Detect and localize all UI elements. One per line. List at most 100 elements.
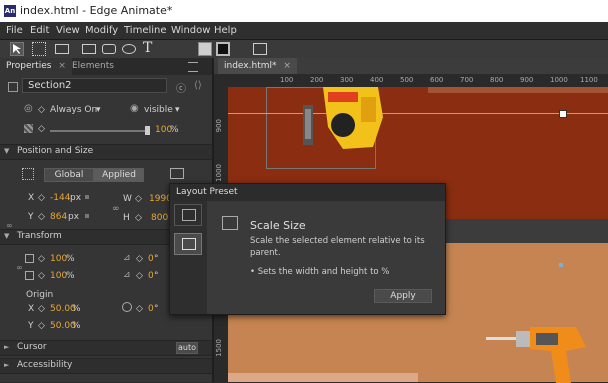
- menu-edit[interactable]: Edit: [30, 25, 49, 36]
- skew-x-keyframe-icon[interactable]: ◇: [136, 254, 143, 264]
- element-name-field[interactable]: Section2: [22, 78, 167, 93]
- tab-close-icon[interactable]: ×: [58, 61, 66, 71]
- accessibility-title: Accessibility: [17, 360, 73, 370]
- rectangle-tool-icon[interactable]: [82, 44, 96, 54]
- preset-static-icon[interactable]: [174, 204, 202, 226]
- x-unit: px: [70, 193, 82, 203]
- y-unit: px: [68, 212, 80, 222]
- display-icon: ◎: [24, 103, 33, 114]
- link-dimensions-icon[interactable]: ∞: [112, 204, 120, 214]
- scale-y-keyframe-icon[interactable]: ◇: [38, 271, 45, 281]
- scale-y-unit: %: [66, 271, 75, 281]
- rotate-value[interactable]: 0: [148, 304, 154, 314]
- w-keyframe-icon[interactable]: ◇: [135, 194, 142, 204]
- opacity-slider-thumb[interactable]: [145, 126, 150, 135]
- selection-handle[interactable]: [559, 110, 567, 118]
- transform-collapse-arrow-icon[interactable]: ▼: [4, 232, 9, 240]
- x-value[interactable]: -144: [50, 193, 70, 203]
- ruler-left-label: 1000: [215, 164, 223, 182]
- skew-x-value[interactable]: 0: [148, 254, 154, 264]
- class-icon[interactable]: ⟨⟩: [194, 80, 202, 91]
- transform-tool-icon[interactable]: [32, 42, 46, 56]
- menu-help[interactable]: Help: [214, 25, 237, 36]
- visibility-dropdown-arrow-icon[interactable]: ▾: [175, 105, 180, 115]
- origin-y-label: Y: [28, 321, 34, 331]
- origin-label: Origin: [26, 290, 54, 300]
- tab-properties[interactable]: Properties ×: [0, 58, 72, 75]
- opacity-keyframe-icon[interactable]: ◇: [38, 124, 45, 134]
- section-accessibility[interactable]: ► Accessibility: [0, 358, 212, 374]
- link-scale-icon[interactable]: ∞: [16, 263, 23, 272]
- origin-x-unit: %: [72, 304, 81, 314]
- section-position-size[interactable]: ▼ Position and Size: [0, 144, 212, 160]
- menu-modify[interactable]: Modify: [85, 25, 118, 36]
- document-tab[interactable]: index.html* ×: [218, 58, 297, 74]
- rotate-keyframe-icon[interactable]: ◇: [136, 304, 143, 314]
- ruler-top: 100 200 300 400 500 600 700 800 900 1000…: [228, 74, 608, 87]
- origin-y-keyframe-icon[interactable]: ◇: [38, 321, 45, 331]
- layout-preset-icon[interactable]: [170, 168, 184, 179]
- background-color-swatch[interactable]: [198, 42, 212, 56]
- preset-description: Scale the selected element relative to i…: [250, 236, 425, 258]
- stage-icon[interactable]: [253, 43, 267, 55]
- selection-tool-icon[interactable]: [10, 42, 24, 56]
- preset-heading: Scale Size: [250, 219, 306, 232]
- h-keyframe-icon[interactable]: ◇: [135, 213, 142, 223]
- border-color-swatch[interactable]: [216, 42, 230, 56]
- menu-view[interactable]: View: [56, 25, 80, 36]
- origin-x-keyframe-icon[interactable]: ◇: [38, 304, 45, 314]
- scale-size-icon: [222, 216, 238, 230]
- accessibility-expand-arrow-icon[interactable]: ►: [4, 361, 9, 369]
- h-label: H: [123, 213, 130, 223]
- applied-button[interactable]: Applied: [94, 168, 144, 182]
- panel-menu-icon[interactable]: [188, 62, 198, 72]
- cursor-expand-arrow-icon[interactable]: ►: [4, 343, 9, 351]
- menu-file[interactable]: File: [6, 25, 23, 36]
- layout-preset-popup: Layout Preset Scale Size Scale the selec…: [169, 183, 446, 315]
- ruler-top-label: 500: [400, 76, 414, 84]
- ruler-top-label: 800: [490, 76, 504, 84]
- global-button[interactable]: Global: [44, 168, 94, 182]
- x-keyframe-icon[interactable]: ◇: [38, 193, 45, 203]
- scale-x-value[interactable]: 100: [50, 254, 67, 264]
- display-dropdown[interactable]: Always On: [50, 105, 97, 115]
- skew-y-value[interactable]: 0: [148, 271, 154, 281]
- scale-x-keyframe-icon[interactable]: ◇: [38, 254, 45, 264]
- menu-timeline[interactable]: Timeline: [124, 25, 167, 36]
- y-label: Y: [28, 212, 34, 222]
- title-bar: An index.html - Edge Animate*: [0, 0, 608, 22]
- ruler-top-label: 900: [520, 76, 534, 84]
- orange-drill-illustration: [486, 327, 586, 383]
- y-unit-dropdown-icon[interactable]: [85, 214, 89, 218]
- scale-y-value[interactable]: 100: [50, 271, 67, 281]
- rounded-rectangle-tool-icon[interactable]: [102, 44, 116, 54]
- y-value[interactable]: 864: [50, 212, 67, 222]
- y-keyframe-icon[interactable]: ◇: [38, 212, 45, 222]
- toolbar: T: [0, 40, 608, 58]
- preset-bullet: • Sets the width and height to %: [250, 267, 390, 277]
- ruler-left-label: 1500: [215, 339, 223, 357]
- x-unit-dropdown-icon[interactable]: [85, 195, 89, 199]
- skew-y-icon: ⊿: [123, 270, 131, 280]
- collapse-arrow-icon[interactable]: ▼: [4, 147, 9, 155]
- skew-y-keyframe-icon[interactable]: ◇: [136, 271, 143, 281]
- text-tool-icon[interactable]: T: [143, 40, 152, 56]
- opacity-slider-track[interactable]: [50, 130, 150, 132]
- ellipse-tool-icon[interactable]: [122, 44, 136, 54]
- display-dropdown-arrow-icon[interactable]: ▾: [96, 105, 101, 115]
- tab-elements[interactable]: Elements: [66, 58, 120, 75]
- visibility-dropdown[interactable]: visible: [144, 105, 173, 115]
- preset-scale-size-icon[interactable]: [174, 233, 202, 255]
- menu-window[interactable]: Window: [171, 25, 210, 36]
- document-tab-close-icon[interactable]: ×: [283, 61, 291, 71]
- apply-button[interactable]: Apply: [374, 289, 432, 303]
- cursor-dropdown[interactable]: auto: [176, 342, 198, 354]
- link-element-icon[interactable]: ⓒ: [176, 80, 186, 95]
- position-size-title: Position and Size: [17, 146, 94, 156]
- section-cursor[interactable]: ► Cursor auto: [0, 340, 212, 356]
- ruler-left-label: 900: [215, 119, 223, 133]
- h-value[interactable]: 800: [151, 213, 168, 223]
- preset-list: [170, 201, 207, 314]
- clipping-tool-icon[interactable]: [55, 44, 69, 54]
- diamond-icon[interactable]: ◇: [38, 105, 45, 115]
